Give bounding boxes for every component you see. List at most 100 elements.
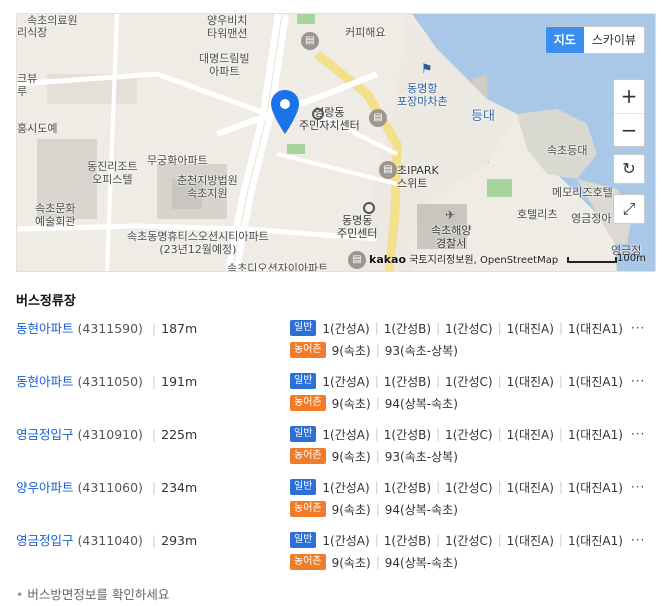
route-link[interactable]: 1(대진A) bbox=[507, 532, 554, 549]
bus-stop-row: 동현아파트 (4311050) | 191m 일반 1(간성A) | 1(간성B) |… bbox=[16, 373, 646, 412]
fullscreen-icon[interactable]: ⤢ bbox=[613, 194, 645, 224]
more-routes-button[interactable]: ··· bbox=[631, 427, 645, 441]
police-icon: ✈ bbox=[445, 208, 456, 222]
route-link[interactable]: 93(속초-상복) bbox=[385, 342, 458, 359]
route-link[interactable]: 1(대진A1) bbox=[568, 373, 623, 390]
route-link[interactable]: 1(간성A) bbox=[322, 479, 369, 496]
more-routes-button[interactable]: ··· bbox=[631, 533, 645, 547]
harbor-flag-icon: ⚑ bbox=[421, 62, 433, 77]
route-link[interactable]: 94(상복-속초) bbox=[385, 501, 458, 518]
route-link[interactable]: 1(간성B) bbox=[384, 426, 431, 443]
more-routes-button[interactable]: ··· bbox=[631, 480, 645, 494]
bus-stop-icon[interactable]: ▤ bbox=[348, 251, 366, 269]
more-routes-button[interactable]: ··· bbox=[631, 374, 645, 388]
government-office-icon bbox=[312, 108, 324, 120]
map-label: 춘천지방법원 속초지원 bbox=[177, 174, 238, 200]
map-label: 속초디오션자이아파트 bbox=[227, 262, 329, 272]
refresh-icon[interactable]: ↻ bbox=[613, 154, 645, 184]
route-link[interactable]: 1(간성B) bbox=[384, 373, 431, 390]
map-label: 호텔리츠 bbox=[517, 208, 558, 221]
route-link[interactable]: 1(대진A1) bbox=[568, 532, 623, 549]
map-label: 초IPARK 스위트 bbox=[397, 164, 439, 190]
zoom-in-button[interactable]: + bbox=[614, 80, 644, 113]
map-type-button[interactable]: 지도 bbox=[545, 27, 584, 53]
map-label: 속초동명휴티스오션시티아파트 (23년12월예정) bbox=[127, 230, 269, 256]
route-link[interactable]: 1(간성C) bbox=[445, 426, 492, 443]
general-bus-badge: 일반 bbox=[290, 479, 317, 495]
kakao-logo: kakao bbox=[369, 253, 407, 266]
zoom-control[interactable]: + − bbox=[613, 79, 645, 147]
zoom-out-button[interactable]: − bbox=[614, 113, 644, 146]
route-link[interactable]: 1(간성C) bbox=[445, 373, 492, 390]
rural-bus-badge: 농어촌 bbox=[290, 501, 326, 517]
route-link[interactable]: 1(대진A1) bbox=[568, 320, 623, 337]
route-link[interactable]: 9(속초) bbox=[332, 342, 371, 359]
route-link[interactable]: 1(간성B) bbox=[384, 320, 431, 337]
route-link[interactable]: 1(대진A) bbox=[507, 479, 554, 496]
route-link[interactable]: 1(간성A) bbox=[322, 426, 369, 443]
route-link[interactable]: 1(간성C) bbox=[445, 532, 492, 549]
more-routes-button[interactable]: ··· bbox=[631, 321, 645, 335]
bus-stop-icon[interactable]: ▤ bbox=[379, 161, 397, 179]
route-link[interactable]: 94(상복-속초) bbox=[385, 554, 458, 571]
bus-stop-list: 동현아파트 (4311590) | 187m 일반 1(간성A) | 1(간성B) |… bbox=[16, 315, 656, 580]
route-link[interactable]: 94(상복-속초) bbox=[385, 395, 458, 412]
route-link[interactable]: 9(속초) bbox=[332, 448, 371, 465]
route-link[interactable]: 1(간성C) bbox=[445, 320, 492, 337]
route-link[interactable]: 1(간성C) bbox=[445, 479, 492, 496]
map-label: 양우비치 타워맨션 bbox=[207, 14, 248, 40]
route-link[interactable]: 1(간성B) bbox=[384, 532, 431, 549]
map-attribution-text: 국토지리정보원, OpenStreetMap bbox=[409, 255, 559, 266]
map-label: 커피해요 bbox=[345, 26, 386, 39]
general-bus-badge: 일반 bbox=[290, 532, 317, 548]
direction-info-text: 버스방면정보를 확인하세요 bbox=[27, 587, 170, 602]
scale-bar bbox=[567, 257, 617, 263]
route-link[interactable]: 1(대진A) bbox=[507, 373, 554, 390]
stop-distance: 293m bbox=[161, 533, 198, 548]
route-link[interactable]: 9(속초) bbox=[332, 501, 371, 518]
general-bus-badge: 일반 bbox=[290, 320, 317, 336]
route-link[interactable]: 1(간성A) bbox=[322, 532, 369, 549]
bus-stop-icon[interactable]: ▤ bbox=[369, 109, 387, 127]
route-link[interactable]: 9(속초) bbox=[332, 395, 371, 412]
route-link[interactable]: 1(간성A) bbox=[322, 373, 369, 390]
map-label: 대명드림빌 아파트 bbox=[199, 52, 250, 78]
map-label: 메모리즈호텔 bbox=[552, 186, 613, 199]
map-label: 속초해양 경찰서 bbox=[431, 224, 472, 250]
stop-name-link[interactable]: 영금정입구 bbox=[16, 427, 74, 442]
map-label: 속초문화 예술회관 bbox=[35, 202, 76, 228]
route-link[interactable]: 1(간성A) bbox=[322, 320, 369, 337]
stop-id: (4311040) bbox=[77, 533, 143, 548]
bus-stop-row: 영금정입구 (4310910) | 225m 일반 1(간성A) | 1(간성B) |… bbox=[16, 426, 646, 465]
map-label: 무궁화아파트 bbox=[147, 154, 208, 167]
location-map[interactable]: 속초의료원 리식장 양우비치 타워맨션 커피해요 대명드림빌 아파트 동명항 포… bbox=[16, 13, 656, 272]
route-link[interactable]: 1(대진A) bbox=[507, 426, 554, 443]
map-label: 동명동 주민센터 bbox=[337, 214, 378, 240]
stop-id: (4311590) bbox=[77, 321, 143, 336]
map-attribution: kakao 국토지리정보원, OpenStreetMap bbox=[369, 251, 558, 266]
stop-name-link[interactable]: 동현아파트 bbox=[16, 321, 74, 336]
map-label: 등대 bbox=[471, 109, 495, 124]
map-label: 동명항 포장마차촌 bbox=[397, 82, 448, 108]
rural-bus-badge: 농어촌 bbox=[290, 395, 326, 411]
map-type-toggle[interactable]: 지도 스카이뷰 bbox=[544, 26, 645, 54]
route-link[interactable]: 93(속초-상복) bbox=[385, 448, 458, 465]
route-link[interactable]: 1(대진A) bbox=[507, 320, 554, 337]
map-label: 리식장 bbox=[17, 26, 48, 39]
stop-name-link[interactable]: 영금정입구 bbox=[16, 533, 74, 548]
skyview-type-button[interactable]: 스카이뷰 bbox=[584, 27, 644, 53]
bus-stop-row: 영금정입구 (4311040) | 293m 일반 1(간성A) | 1(간성B) |… bbox=[16, 532, 646, 571]
section-title: 버스정류장 bbox=[16, 294, 76, 309]
route-link[interactable]: 1(대진A1) bbox=[568, 479, 623, 496]
map-label: 동진리조트 오피스텔 bbox=[87, 160, 138, 186]
direction-info-note[interactable]: • 버스방면정보를 확인하세요 bbox=[16, 584, 169, 603]
stop-name-link[interactable]: 양우아파트 bbox=[16, 480, 74, 495]
location-pin-icon[interactable] bbox=[271, 90, 299, 134]
map-label: 크뷰 루 bbox=[17, 72, 38, 98]
stop-name-link[interactable]: 동현아파트 bbox=[16, 374, 74, 389]
route-link[interactable]: 9(속초) bbox=[332, 554, 371, 571]
route-link[interactable]: 1(대진A1) bbox=[568, 426, 623, 443]
bus-stop-icon[interactable]: ▤ bbox=[301, 32, 319, 50]
stop-distance: 191m bbox=[161, 374, 198, 389]
route-link[interactable]: 1(간성B) bbox=[384, 479, 431, 496]
